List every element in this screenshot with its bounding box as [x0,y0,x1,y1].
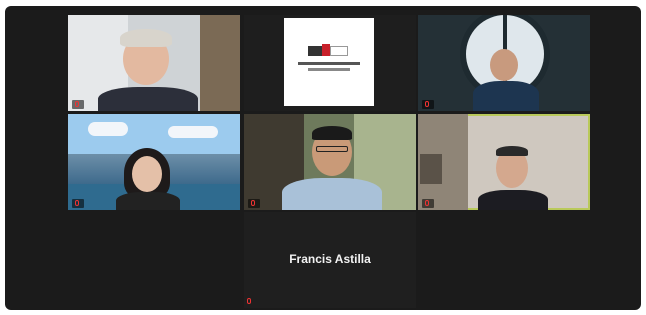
participant-jacket [473,81,539,111]
participant-hair [120,29,172,47]
eyeglasses [316,146,348,152]
participant-video-tile-active-speaker[interactable] [418,114,590,210]
participant-name-tag [72,100,84,109]
participant-video-tile[interactable] [244,114,416,210]
audio-only-participant-tile[interactable]: Francis Astilla [244,212,416,308]
participant-display-name: Francis Astilla [289,252,371,266]
muted-mic-icon [247,297,251,304]
muted-mic-icon [425,199,429,206]
participant-name-tag [248,100,254,109]
participant-face [132,156,162,192]
muted-mic-icon [251,199,255,206]
participant-suit [98,87,198,111]
cloud-background [88,122,128,136]
muted-mic-icon [75,100,79,107]
logo-accent [322,44,330,56]
participant-shirt [282,178,382,210]
participant-video-tile[interactable] [68,114,240,210]
participant-name-tag [422,199,434,208]
participant-name-tag [248,199,260,208]
participant-head [490,49,518,81]
participant-top [116,192,180,210]
logo-wordmark-line [308,68,350,71]
organization-logo [284,18,374,106]
logo-wordmark-line [298,62,360,65]
participant-name-tag [247,297,253,305]
participant-hair [312,126,352,140]
participant-name-tag [422,100,434,109]
cloud-background [168,126,218,138]
participant-video-tile[interactable] [418,15,590,111]
bookshelf-background [200,15,240,111]
logo-mark [308,46,322,56]
participant-video-tile[interactable] [68,15,240,111]
participant-hair [496,146,528,156]
logo-mark-outline [330,46,348,56]
room-background [420,154,442,184]
muted-mic-icon [75,199,79,206]
video-conference-window: Francis Astilla [5,6,641,310]
participant-suit [478,190,548,210]
participant-name-tag [72,199,84,208]
muted-mic-icon [425,100,429,107]
participant-video-tile[interactable] [244,15,416,111]
